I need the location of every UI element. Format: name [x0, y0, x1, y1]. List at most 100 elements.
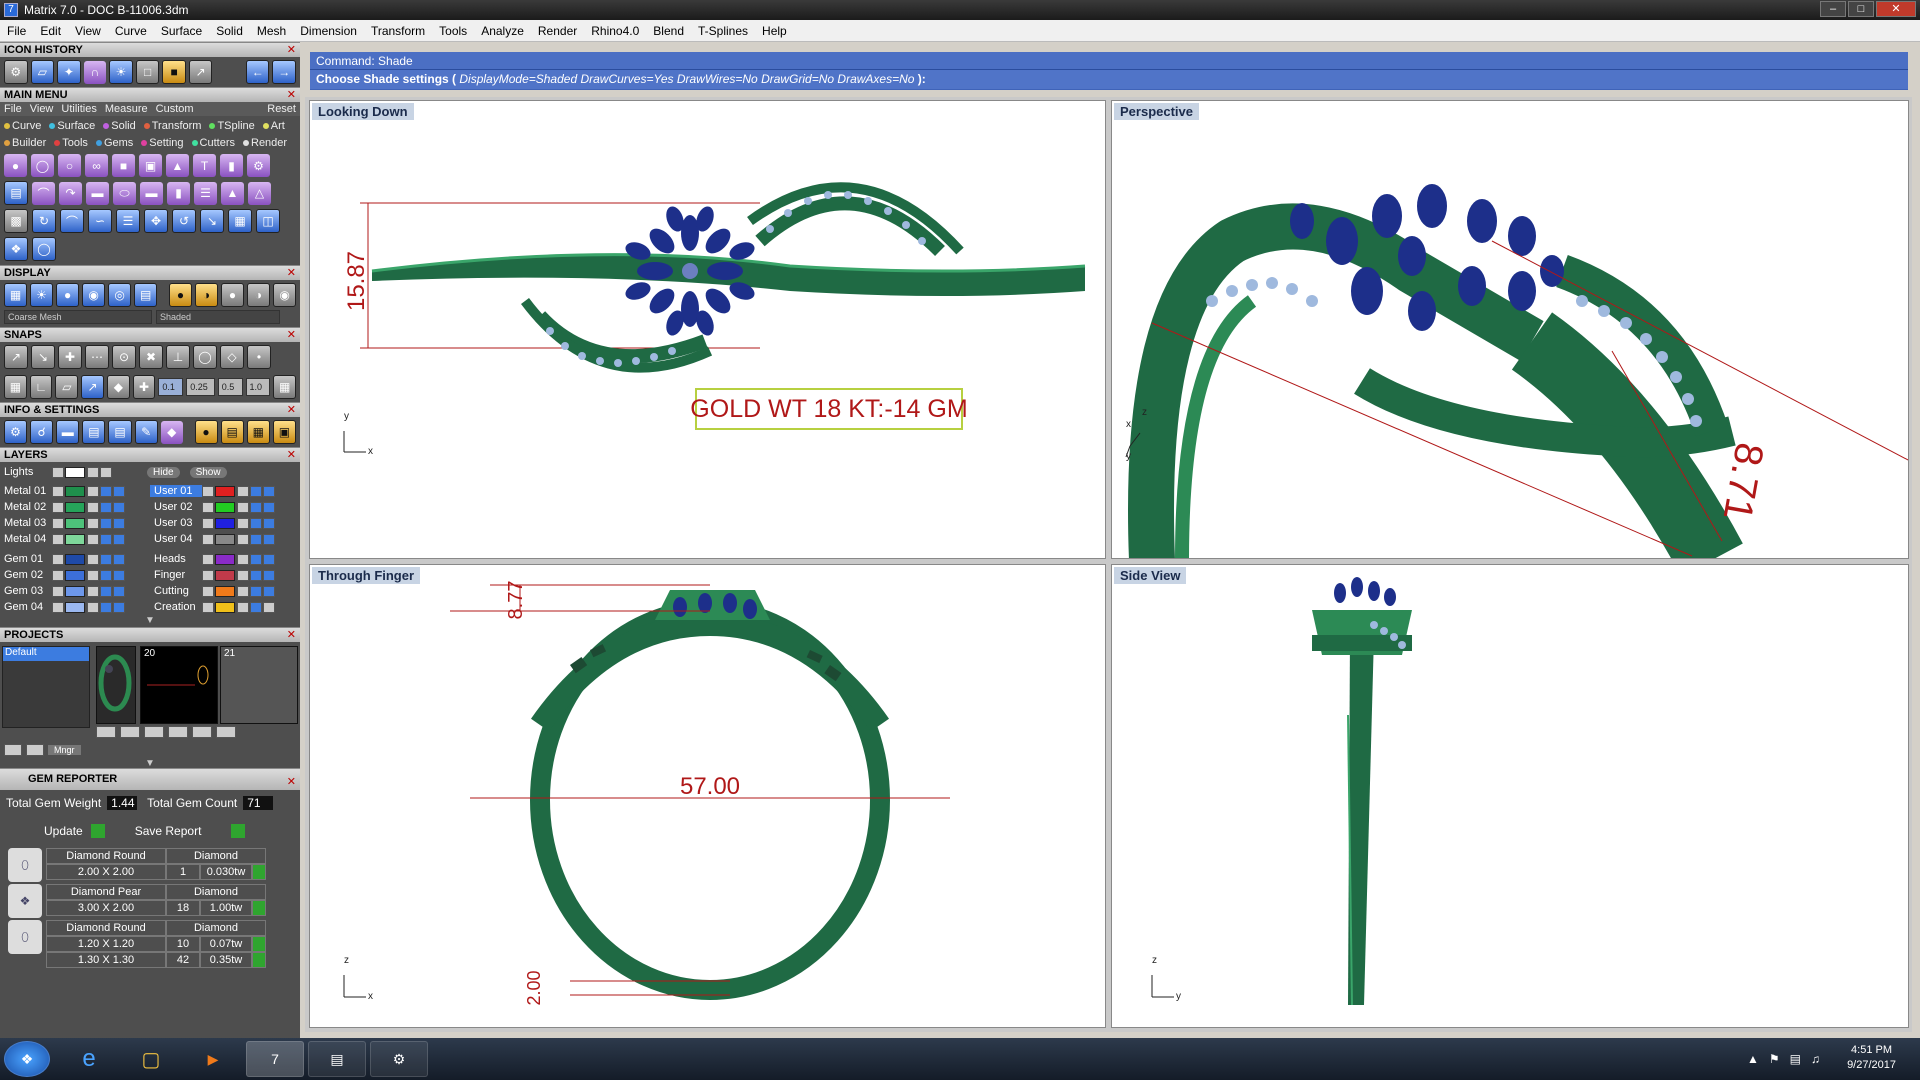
- layer-row[interactable]: Metal 04: [0, 531, 150, 547]
- clock[interactable]: 4:51 PM 9/27/2017: [1847, 1043, 1896, 1073]
- material-icon[interactable]: ◉: [273, 283, 297, 307]
- volume-icon[interactable]: ♫: [1811, 1052, 1820, 1066]
- silver-material-icon[interactable]: ◑: [247, 283, 271, 307]
- gem-row[interactable]: ⬯ Diamond Round Diamond 2.00 X 2.00 1 0.030…: [8, 848, 292, 882]
- bend-icon[interactable]: ↷: [59, 181, 82, 205]
- layers-expand-icon[interactable]: ▼: [0, 615, 300, 627]
- column-icon[interactable]: ▮: [167, 181, 190, 205]
- wireframe-icon[interactable]: ▦: [4, 283, 28, 307]
- snap-knot-icon[interactable]: •: [247, 345, 271, 369]
- settings-icon[interactable]: ⚙: [4, 420, 28, 444]
- arc-icon[interactable]: ⌒: [60, 209, 84, 233]
- layer-lock[interactable]: [87, 466, 99, 478]
- ie-icon[interactable]: e: [60, 1041, 118, 1077]
- grid-icon[interactable]: ▦: [4, 375, 27, 399]
- gear-icon[interactable]: ⚙: [247, 154, 270, 177]
- gem-row[interactable]: ⬯ Diamond Round Diamond 1.20 X 1.20 10 0.07…: [8, 920, 292, 970]
- menu-dimension[interactable]: Dimension: [293, 24, 364, 38]
- viewport-side-view[interactable]: Side View z y: [1111, 564, 1909, 1028]
- layer-row[interactable]: Gem 02: [0, 567, 150, 583]
- command-options[interactable]: DisplayMode=Shaded DrawCurves=Yes DrawWi…: [459, 72, 914, 86]
- network-icon[interactable]: ▤: [1790, 1052, 1801, 1066]
- export-icon[interactable]: ▦: [246, 420, 270, 444]
- grid-toggle-icon[interactable]: ▦: [273, 375, 297, 399]
- cylinder-icon[interactable]: ▮: [220, 154, 243, 177]
- scale-icon[interactable]: ↘: [200, 209, 224, 233]
- cat-setting[interactable]: Setting: [141, 136, 184, 150]
- sphere-icon[interactable]: ●: [4, 154, 27, 177]
- layer-row[interactable]: User 03: [150, 515, 300, 531]
- gold-material-icon[interactable]: ◑: [194, 283, 218, 307]
- snap-tan-icon[interactable]: ◯: [193, 345, 217, 369]
- update-button[interactable]: Update: [44, 824, 83, 838]
- menu-view[interactable]: View: [68, 24, 108, 38]
- mm-reset[interactable]: Reset: [267, 102, 296, 116]
- snap-end-icon[interactable]: ↗: [4, 345, 28, 369]
- person-icon[interactable]: ●: [194, 420, 218, 444]
- cat-curve[interactable]: Curve: [4, 119, 41, 133]
- cube-icon[interactable]: ▣: [139, 154, 162, 177]
- shaded-sphere-icon[interactable]: ●: [56, 283, 80, 307]
- box-icon[interactable]: ■: [112, 154, 135, 177]
- snap-cen-icon[interactable]: ⊙: [112, 345, 136, 369]
- gold-material-icon[interactable]: ●: [168, 283, 192, 307]
- planar-icon[interactable]: ▱: [55, 375, 79, 399]
- media-player-icon[interactable]: ▶: [184, 1041, 242, 1077]
- layer-arrow[interactable]: [52, 466, 64, 478]
- silver-material-icon[interactable]: ●: [220, 283, 245, 307]
- mm-tab-view[interactable]: View: [30, 102, 54, 116]
- menu-help[interactable]: Help: [755, 24, 794, 38]
- layer-row[interactable]: Metal 01: [0, 483, 150, 499]
- menu-rhino[interactable]: Rhino4.0: [584, 24, 646, 38]
- pipe-icon[interactable]: ⌒: [32, 181, 55, 205]
- flow-icon[interactable]: ❖: [4, 237, 28, 261]
- array-icon[interactable]: ▦: [228, 209, 252, 233]
- zoom-icon[interactable]: ☌: [30, 420, 54, 444]
- project-thumb[interactable]: [96, 646, 136, 724]
- menu-tools[interactable]: Tools: [432, 24, 474, 38]
- menu-edit[interactable]: Edit: [33, 24, 68, 38]
- link-icon[interactable]: ∞: [85, 154, 108, 177]
- menu-surface[interactable]: Surface: [154, 24, 209, 38]
- command-prompt[interactable]: Choose Shade settings ( DisplayMode=Shad…: [310, 70, 1908, 89]
- layers-icon[interactable]: ▤: [82, 420, 106, 444]
- xray-icon[interactable]: ◎: [108, 283, 132, 307]
- history-tool-icon[interactable]: ⚙: [4, 60, 28, 84]
- layer-row[interactable]: Metal 02: [0, 499, 150, 515]
- ring-icon[interactable]: ○: [58, 154, 81, 177]
- snap-int-icon[interactable]: ✖: [139, 345, 163, 369]
- mm-tab-file[interactable]: File: [4, 102, 22, 116]
- mm-tab-custom[interactable]: Custom: [156, 102, 194, 116]
- lights-swatch[interactable]: [65, 466, 85, 478]
- history-tool-icon[interactable]: □: [135, 60, 160, 84]
- sun-icon[interactable]: ☀: [30, 283, 54, 307]
- mm-tab-utilities[interactable]: Utilities: [61, 102, 96, 116]
- pillars-icon[interactable]: ☰: [194, 181, 217, 205]
- pyramid-icon[interactable]: △: [248, 181, 271, 205]
- image-icon[interactable]: ▣: [272, 420, 296, 444]
- close-icon[interactable]: ✕: [287, 266, 296, 281]
- menu-tsplines[interactable]: T-Splines: [691, 24, 755, 38]
- viewport-label[interactable]: Side View: [1114, 567, 1187, 584]
- align-icon[interactable]: ☰: [116, 209, 140, 233]
- move-icon[interactable]: ✥: [144, 209, 168, 233]
- close-icon[interactable]: ✕: [287, 88, 296, 103]
- close-icon[interactable]: ✕: [287, 403, 296, 418]
- close-icon[interactable]: ✕: [287, 43, 296, 58]
- layer-row[interactable]: Gem 01: [0, 551, 150, 567]
- layer-row[interactable]: Cutting: [150, 583, 300, 599]
- curve-icon[interactable]: ∽: [88, 209, 112, 233]
- torus-icon[interactable]: ◯: [31, 154, 54, 177]
- ortho-icon[interactable]: ∟: [29, 375, 53, 399]
- mirror-icon[interactable]: ◫: [256, 209, 280, 233]
- document-icon[interactable]: ▤: [108, 420, 132, 444]
- project-default[interactable]: Default: [3, 647, 89, 661]
- cat-gems[interactable]: Gems: [95, 136, 133, 150]
- capsule-icon[interactable]: ▬: [140, 181, 163, 205]
- viewport-label[interactable]: Looking Down: [312, 103, 414, 120]
- cat-solid[interactable]: Solid: [103, 119, 136, 133]
- gem-icon[interactable]: ◆: [160, 420, 183, 444]
- start-button[interactable]: ❖: [4, 1041, 50, 1077]
- menu-file[interactable]: File: [0, 24, 33, 38]
- edit-icon[interactable]: ✎: [134, 420, 158, 444]
